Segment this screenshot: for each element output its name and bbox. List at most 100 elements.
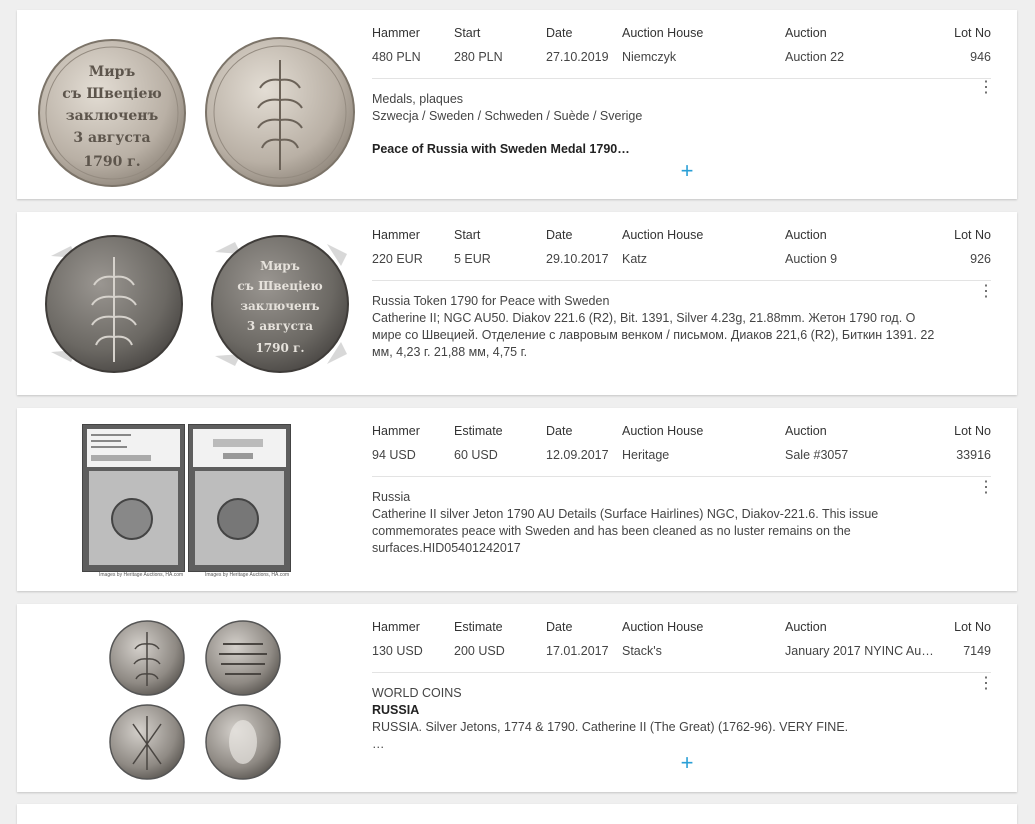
header-lot-no: Lot No (954, 26, 991, 40)
image-credit: Images by Heritage Auctions, HA.com (205, 572, 290, 578)
slab-photo-obverse (82, 424, 185, 572)
lot-description: WORLD COINS RUSSIA RUSSIA. Silver Jetons… (372, 685, 991, 753)
lot-image[interactable] (37, 614, 367, 784)
coin-legend-line: Миръ (260, 259, 300, 273)
value-lot-no: 33916 (956, 448, 991, 462)
header-hammer: Hammer (372, 424, 420, 438)
lot-category: Medals, plaques (372, 92, 464, 106)
header-auction-house: Auction House (622, 26, 704, 40)
value-date: 27.10.2019 (546, 50, 609, 64)
lot-header-row: Hammer Estimate Date Auction House Aucti… (372, 620, 991, 644)
coin-legend-line: 3 августа (73, 130, 150, 146)
value-date: 17.01.2017 (546, 644, 609, 658)
value-hammer: 480 PLN (372, 50, 421, 64)
value-auction-house[interactable]: Katz (622, 252, 647, 266)
lot-card: Hammer Estimate Date Auction House Aucti… (17, 604, 1017, 792)
value-auction-house[interactable]: Niemczyk (622, 50, 676, 64)
header-lot-no: Lot No (954, 424, 991, 438)
value-start: 280 PLN (454, 50, 503, 64)
value-auction[interactable]: Auction 9 (785, 252, 837, 266)
plus-icon[interactable]: + (677, 160, 697, 182)
coin-legend-line: 1790 г. (83, 154, 140, 170)
value-auction[interactable]: Sale #3057 (785, 448, 848, 462)
header-auction: Auction (785, 424, 827, 438)
coin-legend-line: 1790 г. (255, 341, 304, 355)
lot-title[interactable]: Russia Token 1790 for Peace with Sweden (372, 293, 941, 310)
lot-title[interactable]: RUSSIA. Silver Jetons, 1774 & 1790. Cath… (372, 719, 941, 736)
header-estimate: Estimate (454, 620, 503, 634)
lot-description: Russia Catherine II silver Jeton 1790 AU… (372, 489, 991, 557)
value-auction-house[interactable]: Stack's (622, 644, 662, 658)
lot-info: Hammer Estimate Date Auction House Aucti… (372, 408, 994, 557)
divider (372, 476, 991, 477)
value-auction[interactable]: Auction 22 (785, 50, 844, 64)
plus-icon[interactable]: + (677, 752, 697, 774)
header-date: Date (546, 620, 573, 634)
lot-description: Russia Token 1790 for Peace with Sweden … (372, 293, 991, 361)
lot-card: Images by Heritage Auctions, HA.com Imag… (17, 408, 1017, 591)
kebab-icon[interactable]: ⋮ (977, 284, 995, 302)
lot-image[interactable]: Images by Heritage Auctions, HA.com Imag… (37, 418, 367, 588)
lot-card: Миръ съ Швецiею заключенъ 3 августа 1790… (17, 10, 1017, 199)
lot-title[interactable]: Russia (372, 489, 941, 506)
header-auction: Auction (785, 26, 827, 40)
lot-value-row: 220 EUR 5 EUR 29.10.2017 Katz Auction 9 … (372, 252, 991, 276)
lot-title[interactable]: Peace of Russia with Sweden Medal 1790… (372, 141, 941, 158)
lot-card (17, 804, 1017, 824)
header-hammer: Hammer (372, 26, 420, 40)
header-auction-house: Auction House (622, 424, 704, 438)
kebab-icon[interactable]: ⋮ (977, 80, 995, 98)
header-lot-no: Lot No (954, 620, 991, 634)
lot-details: Catherine II; NGC AU50. Diakov 221.6 (R2… (372, 311, 935, 359)
value-auction[interactable]: January 2017 NYINC Auction (785, 644, 935, 658)
kebab-icon[interactable]: ⋮ (977, 480, 995, 498)
header-lot-no: Lot No (954, 228, 991, 242)
header-date: Date (546, 26, 573, 40)
lot-category: WORLD COINS (372, 686, 462, 700)
value-lot-no: 926 (970, 252, 991, 266)
lot-subcategory: Szwecja / Sweden / Schweden / Suède / Sv… (372, 109, 643, 123)
coin-photo: Миръ съ Швецiею заключенъ 3 августа 1790… (45, 235, 349, 373)
header-auction: Auction (785, 620, 827, 634)
coin-legend-line: 3 августа (247, 319, 313, 333)
lot-value-row: 130 USD 200 USD 17.01.2017 Stack's Janua… (372, 644, 991, 668)
kebab-icon[interactable]: ⋮ (977, 676, 995, 694)
lot-image[interactable]: Миръ съ Швецiею заключенъ 3 августа 1790… (37, 20, 367, 190)
header-start: Start (454, 228, 481, 242)
lot-info: Hammer Start Date Auction House Auction … (372, 10, 994, 158)
header-auction-house: Auction House (622, 620, 704, 634)
coin-photo (109, 620, 281, 780)
lot-info: Hammer Start Date Auction House Auction … (372, 212, 994, 361)
divider (372, 78, 991, 79)
value-hammer: 220 EUR (372, 252, 423, 266)
lot-value-row: 480 PLN 280 PLN 27.10.2019 Niemczyk Auct… (372, 50, 991, 74)
lot-ellipsis: … (372, 737, 385, 751)
coin-legend-line: заключенъ (240, 299, 319, 313)
coin-photo: Миръ съ Швецiею заключенъ 3 августа 1790… (38, 37, 355, 187)
coin-legend-line: съ Швецiею (62, 86, 161, 102)
value-estimate: 200 USD (454, 644, 505, 658)
lot-value-row: 94 USD 60 USD 12.09.2017 Heritage Sale #… (372, 448, 991, 472)
value-hammer: 94 USD (372, 448, 416, 462)
value-auction-house[interactable]: Heritage (622, 448, 669, 462)
lot-country: RUSSIA (372, 703, 420, 717)
value-lot-no: 946 (970, 50, 991, 64)
header-date: Date (546, 424, 573, 438)
header-estimate: Estimate (454, 424, 503, 438)
value-lot-no: 7149 (963, 644, 991, 658)
lot-info: Hammer Estimate Date Auction House Aucti… (372, 604, 994, 753)
coin-legend-line: заключенъ (66, 108, 159, 124)
lot-header-row: Hammer Estimate Date Auction House Aucti… (372, 424, 991, 448)
lot-details: Catherine II silver Jeton 1790 AU Detail… (372, 507, 879, 555)
lot-description: Medals, plaques Szwecja / Sweden / Schwe… (372, 91, 991, 158)
value-hammer: 130 USD (372, 644, 423, 658)
header-date: Date (546, 228, 573, 242)
image-credit: Images by Heritage Auctions, HA.com (99, 572, 184, 578)
divider (372, 672, 991, 673)
header-hammer: Hammer (372, 228, 420, 242)
slab-photo-reverse (188, 424, 291, 572)
lot-card: Миръ съ Швецiею заключенъ 3 августа 1790… (17, 212, 1017, 395)
header-start: Start (454, 26, 481, 40)
lot-image[interactable]: Миръ съ Швецiею заключенъ 3 августа 1790… (37, 222, 367, 387)
divider (372, 280, 991, 281)
